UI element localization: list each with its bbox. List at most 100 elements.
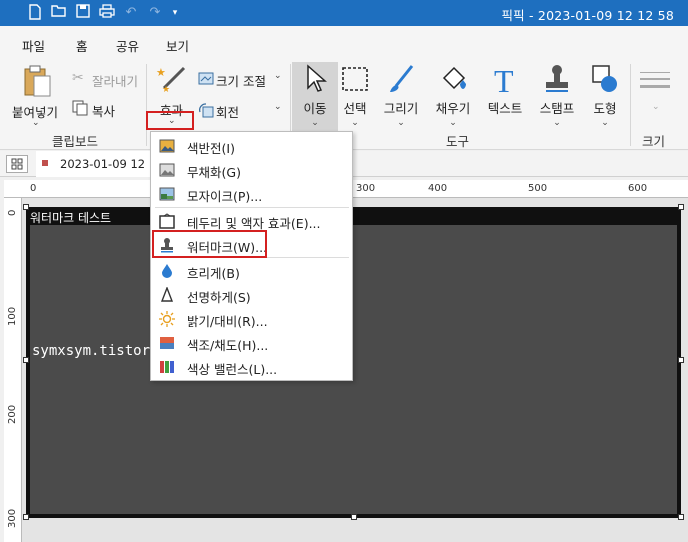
blur-drop-icon [159, 263, 175, 279]
watermark-text: symxsym.tistory [32, 343, 159, 359]
highlight-box-watermark [152, 230, 267, 258]
horizontal-ruler: 0 100 200 300 400 500 600 [26, 180, 688, 198]
menu-item-label: 밝기/대비(R)... [187, 314, 268, 329]
menu-item-hue-saturation[interactable]: 색조/채도(H)... [151, 331, 352, 355]
chevron-down-icon: ⌄ [449, 118, 457, 128]
size-button[interactable]: ⌄ [634, 66, 678, 126]
sharpen-drop-icon [159, 286, 175, 303]
scissors-icon: ✂ [72, 70, 84, 86]
menu-item-label: 색반전(I) [187, 141, 235, 156]
save-icon[interactable] [74, 4, 92, 22]
ruler-mark: 500 [528, 183, 548, 194]
svg-text:★: ★ [162, 85, 170, 95]
resize-icon [198, 70, 214, 89]
ruler-mark: 200 [7, 404, 18, 424]
image-header-text: 워터마크 테스트 [30, 211, 112, 225]
invert-icon [159, 138, 175, 154]
group-divider [630, 64, 631, 146]
menu-separator [155, 207, 349, 208]
tool-draw-label: 그리기 [383, 101, 419, 116]
redo-icon[interactable]: ↷ [146, 4, 164, 22]
tab-home[interactable]: 홈 [75, 36, 89, 61]
line-width-icon [640, 70, 670, 97]
menu-item-invert[interactable]: 색반전(I) [151, 134, 352, 158]
tools-group-label: 도구 [446, 134, 470, 149]
text-t-icon: T [482, 62, 528, 99]
menu-item-label: 선명하게(S) [187, 290, 251, 305]
color-balance-icon [159, 359, 175, 375]
resize-handle[interactable] [23, 514, 29, 520]
customize-quick-access-icon[interactable]: ▾ [166, 4, 184, 22]
open-folder-icon[interactable] [50, 4, 68, 22]
grid-view-icon[interactable] [6, 155, 28, 173]
resize-handle[interactable] [678, 357, 684, 363]
ruler-mark: 0 [7, 209, 18, 216]
ruler-mark: 100 [7, 306, 18, 326]
clipboard-group-label: 클립보드 [52, 134, 99, 149]
menu-item-color-balance[interactable]: 색상 밸런스(L)... [151, 355, 352, 379]
tool-select[interactable]: 선택 ⌄ [332, 62, 378, 128]
tab-share[interactable]: 공유 [116, 36, 139, 55]
resize-button[interactable]: 크기 조절 [216, 71, 266, 90]
rotate-button[interactable]: 회전 [216, 102, 239, 121]
menu-item-blur[interactable]: 흐리게(B) [151, 259, 352, 283]
chevron-down-icon: ⌄ [274, 71, 282, 81]
clipboard-icon [22, 64, 52, 101]
svg-text:★: ★ [156, 66, 166, 79]
chevron-down-icon: ⌄ [601, 118, 609, 128]
selection-rectangle-icon [332, 62, 378, 96]
sun-icon [159, 311, 175, 327]
svg-text:T: T [494, 63, 514, 96]
resize-handle[interactable] [678, 514, 684, 520]
tool-stamp[interactable]: 스탬프 ⌄ [534, 62, 580, 128]
stamp-icon [534, 62, 580, 96]
window-title: 픽픽 - 2023-01-09 12 12 58 [501, 8, 674, 23]
tool-fill[interactable]: 채우기 ⌄ [430, 62, 476, 128]
rotate-icon [198, 102, 214, 121]
highlight-box-effects [146, 111, 194, 130]
menu-item-label: 흐리게(B) [187, 266, 240, 281]
brush-icon [378, 62, 424, 96]
menu-item-grayscale[interactable]: 무채화(G) [151, 158, 352, 182]
chevron-down-icon: ⌄ [553, 118, 561, 128]
menu-item-sharpen[interactable]: 선명하게(S) [151, 283, 352, 307]
copy-button[interactable]: 복사 [92, 101, 115, 120]
tool-fill-label: 채우기 [435, 101, 471, 116]
resize-handle[interactable] [678, 204, 684, 210]
chevron-down-icon: ⌄ [274, 102, 282, 112]
paint-bucket-icon [430, 62, 476, 96]
tab-file[interactable]: 파일 [22, 36, 45, 55]
tool-shape[interactable]: 도형 ⌄ [582, 62, 628, 128]
tool-stamp-label: 스탬프 [539, 101, 575, 116]
ruler-mark: 400 [428, 183, 448, 194]
group-divider [146, 64, 147, 146]
menu-item-label: 모자이크(P)... [187, 189, 263, 204]
paste-button[interactable]: 붙여넣기 ⌄ [10, 62, 64, 128]
print-icon[interactable] [98, 4, 116, 22]
tool-text[interactable]: T 텍스트 [482, 62, 528, 117]
resize-handle[interactable] [351, 514, 357, 520]
resize-handle[interactable] [23, 357, 29, 363]
menu-item-mosaic[interactable]: 모자이크(P)... [151, 182, 352, 206]
shapes-icon [582, 62, 628, 96]
captured-image[interactable] [26, 207, 681, 518]
document-tab-label: 2023-01-09 12 12 [60, 157, 164, 171]
tool-draw[interactable]: 그리기 ⌄ [378, 62, 424, 128]
vertical-ruler: 0 100 200 300 [4, 198, 22, 542]
chevron-down-icon: ⌄ [652, 102, 660, 112]
hue-saturation-icon [159, 335, 175, 351]
tool-shape-label: 도형 [593, 101, 617, 116]
cut-button[interactable]: 잘라내기 [92, 71, 138, 90]
ruler-mark: 0 [30, 183, 37, 194]
undo-icon[interactable]: ↶ [122, 4, 140, 22]
menu-item-brightness-contrast[interactable]: 밝기/대비(R)... [151, 307, 352, 331]
new-file-icon[interactable] [26, 4, 44, 22]
ruler-mark: 300 [7, 508, 18, 528]
chevron-down-icon: ⌄ [351, 118, 359, 128]
menu-item-label: 색조/채도(H)... [187, 338, 269, 353]
tab-view[interactable]: 보기 [166, 36, 189, 55]
ruler-mark: 300 [356, 183, 376, 194]
document-tab[interactable]: 2023-01-09 12 12 [36, 151, 166, 177]
mosaic-icon [159, 186, 175, 202]
resize-handle[interactable] [23, 204, 29, 210]
